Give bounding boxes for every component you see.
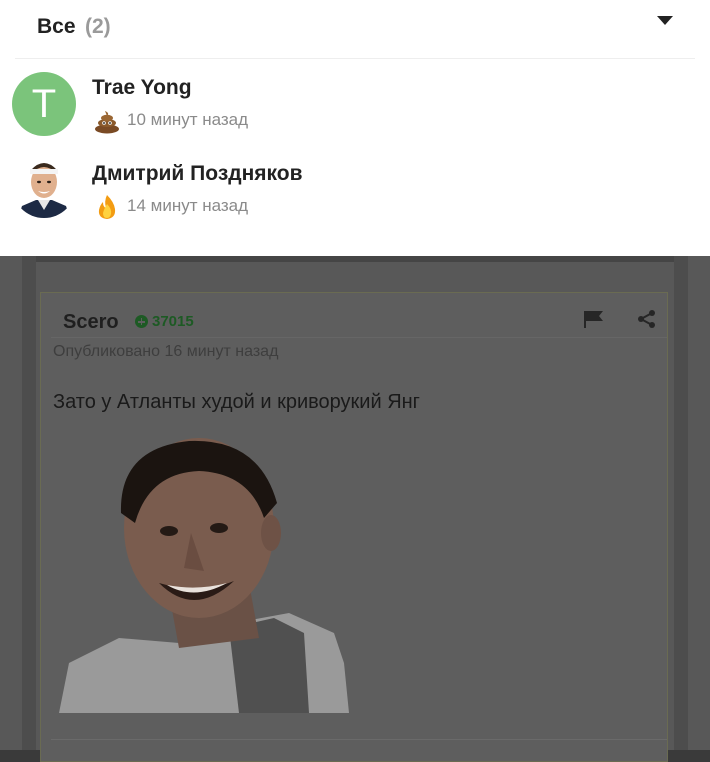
tab-count: (2) [85,15,111,38]
reactions-popup: Все (2) T Trae Yong 10 минут назад Дмитр… [0,0,710,256]
rating-value: 37015 [152,313,194,330]
user-name[interactable]: Trae Yong [92,76,192,100]
page-left-border [22,250,36,750]
flag-icon[interactable] [583,309,605,329]
comment-card: Scero 37015 Опубликовано 16 минут назад … [40,292,668,762]
author-rating: 37015 [135,313,194,330]
reactions-filter-bar[interactable]: Все (2) [15,0,695,58]
reaction-user-row[interactable]: T Trae Yong 10 минут назад [0,64,710,144]
avatar[interactable]: T [12,72,76,136]
chevron-down-icon[interactable] [657,16,673,25]
avatar[interactable] [12,154,76,218]
published-time: Опубликовано 16 минут назад [53,343,279,360]
reaction-time: 10 минут назад [127,110,249,129]
poop-emoji-icon [95,111,119,134]
user-name[interactable]: Дмитрий Поздняков [92,162,303,186]
tab-all[interactable]: Все [37,15,76,39]
comment-photo [59,438,349,713]
card-divider [51,739,667,740]
comment-text: Зато у Атланты худой и криворукий Янг [53,391,420,413]
reaction-time: 14 минут назад [127,196,249,215]
share-icon[interactable] [637,309,657,329]
page-right-border [674,250,688,750]
comment-author[interactable]: Scero [63,311,119,334]
plus-circle-icon [135,315,148,328]
comment-header: Scero 37015 [51,293,667,338]
reaction-user-row[interactable]: Дмитрий Поздняков 14 минут назад [0,152,710,232]
fire-emoji-icon [98,195,116,219]
